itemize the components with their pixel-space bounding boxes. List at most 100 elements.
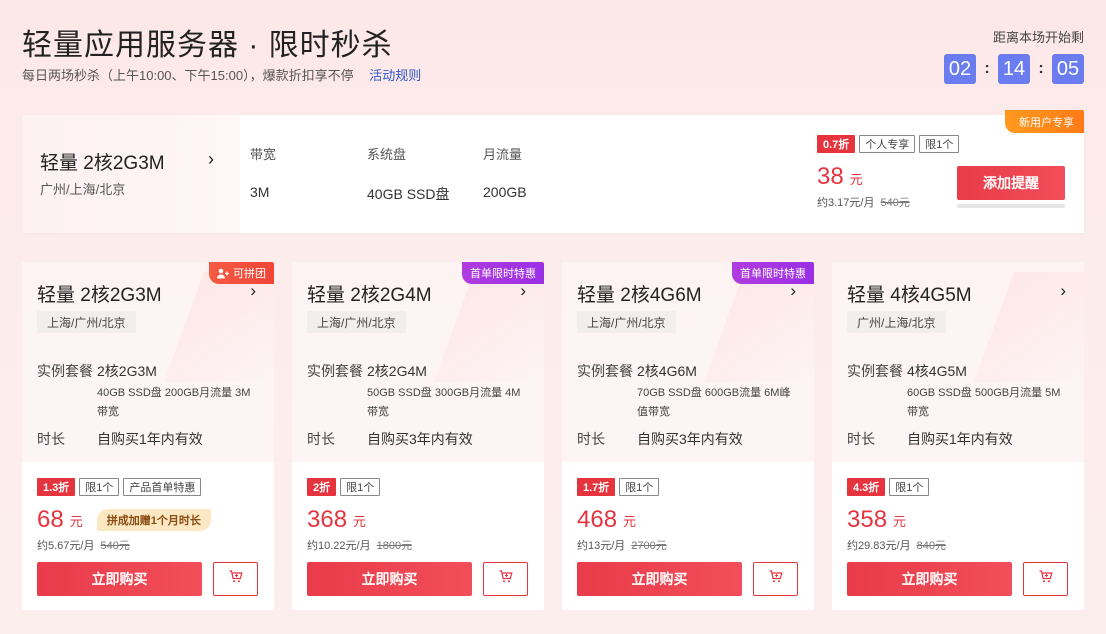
plan-value: 2核2G4M [367, 363, 427, 379]
spec-label: 带宽 [250, 147, 277, 162]
group-buy-icon [217, 268, 229, 279]
featured-product-name: 轻量 2核2G3M [40, 153, 165, 174]
plan-detail: 60GB SSD盘 500GB月流量 5M带宽 [907, 387, 1061, 418]
product-card: 可拼团 轻量 2核2G3M › 上海/广州/北京 实例套餐 2核2G3M 40G… [22, 262, 274, 610]
discount-tag: 2折 [307, 478, 337, 496]
price-unit: 元 [69, 513, 83, 529]
product-card: 首单限时特惠 轻量 2核4G6M › 上海/广州/北京 实例套餐 2核4G6M … [562, 262, 814, 610]
cart-icon [499, 570, 513, 588]
card-badge-text: 首单限时特惠 [470, 268, 536, 280]
rules-link[interactable]: 活动规则 [369, 68, 421, 83]
price-value: 368 [307, 506, 348, 533]
buy-now-button[interactable]: 立即购买 [577, 562, 742, 596]
discount-tag: 4.3折 [847, 478, 886, 496]
original-price: 840元 [916, 540, 946, 552]
discount-tag: 1.7折 [577, 478, 616, 496]
featured-product-region: 广州/上海/北京 [40, 182, 126, 197]
discount-tag: 0.7折 [817, 135, 856, 153]
plan-label: 实例套餐 [577, 363, 633, 379]
add-reminder-button[interactable]: 添加提醒 [957, 166, 1065, 200]
price: 468 元 [577, 506, 802, 534]
add-to-cart-button[interactable] [753, 562, 798, 596]
page-title: 轻量应用服务器 · 限时秒杀 [22, 29, 393, 62]
buy-now-button[interactable]: 立即购买 [37, 562, 202, 596]
card-badge: 首单限时特惠 [462, 262, 544, 284]
product-region: 广州/上海/北京 [847, 311, 946, 333]
duration-label: 时长 [577, 431, 605, 447]
buy-now-button[interactable]: 立即购买 [307, 562, 472, 596]
tag: 限1个 [619, 478, 660, 496]
price-unit: 元 [623, 513, 637, 529]
duration-value: 自购买1年内有效 [907, 431, 1013, 447]
duration-value: 自购买3年内有效 [637, 431, 743, 447]
product-name[interactable]: 轻量 2核2G4M [307, 280, 432, 307]
chevron-right-icon: › [208, 149, 214, 169]
price-value: 468 [577, 506, 618, 533]
duration-value: 自购买3年内有效 [367, 431, 473, 447]
monthly-price: 约29.83元/月 [847, 540, 911, 552]
chevron-right-icon[interactable]: › [790, 281, 796, 301]
buy-now-button[interactable]: 立即购买 [847, 562, 1012, 596]
page-subtitle: 每日两场秒杀（上午10:00、下午15:00），爆款折扣享不停 活动规则 [22, 65, 421, 84]
tag: 限1个 [340, 478, 381, 496]
chevron-right-icon[interactable]: › [250, 281, 256, 301]
plan-label: 实例套餐 [847, 363, 903, 379]
cart-icon [1039, 570, 1053, 588]
card-badge-text: 可拼团 [233, 268, 266, 280]
price-block: 1.7折 限1个 468 元 约13元/月 2700元 [577, 478, 802, 553]
progress-bar [957, 204, 1065, 208]
monthly-price: 约13元/月 [577, 540, 626, 552]
duration-row: 时长 自购买3年内有效 [307, 429, 473, 449]
spec-value: 40GB SSD盘 [367, 186, 450, 202]
tag-list: 0.7折 个人专享 限1个 [817, 135, 960, 153]
add-to-cart-button[interactable] [1023, 562, 1068, 596]
tag-list: 1.3折 限1个 产品首单特惠 [37, 478, 262, 496]
tag: 限1个 [889, 478, 930, 496]
plan-row: 实例套餐 4核4G5M [847, 361, 967, 381]
original-price: 2700元 [631, 540, 667, 552]
tag: 产品首单特惠 [123, 478, 202, 496]
spec-value: 200GB [483, 184, 527, 200]
duration-row: 时长 自购买1年内有效 [847, 429, 1013, 449]
plan-value: 2核2G3M [97, 363, 157, 379]
add-to-cart-button[interactable] [213, 562, 258, 596]
featured-product-link[interactable]: 轻量 2核2G3M › 广州/上海/北京 [22, 115, 240, 233]
product-name[interactable]: 轻量 2核2G3M [37, 280, 162, 307]
plan-row: 实例套餐 2核2G4M [307, 361, 427, 381]
tag-list: 2折 限1个 [307, 478, 532, 496]
spec-value: 3M [250, 184, 270, 200]
monthly-price: 约10.22元/月 [307, 540, 371, 552]
plan-label: 实例套餐 [37, 363, 93, 379]
tag: 个人专享 [859, 135, 916, 153]
spec-label: 月流量 [483, 147, 523, 162]
discount-tag: 1.3折 [37, 478, 76, 496]
price-unit: 元 [353, 513, 367, 529]
original-price: 1800元 [376, 540, 413, 552]
product-card: 首单限时特惠 轻量 2核2G4M › 上海/广州/北京 实例套餐 2核2G4M … [292, 262, 544, 610]
spec-monthly-traffic: 月流量 200GB [483, 144, 527, 200]
add-to-cart-button[interactable] [483, 562, 528, 596]
product-name[interactable]: 轻量 4核4G5M [847, 280, 972, 307]
countdown-hours: 02 [944, 54, 976, 84]
countdown-timer: 02 : 14 : 05 [944, 54, 1084, 84]
card-badge: 首单限时特惠 [732, 262, 814, 284]
card-badge-text: 首单限时特惠 [740, 268, 806, 280]
tag-list: 4.3折 限1个 [847, 478, 1072, 496]
original-price: 540元 [100, 540, 130, 552]
price: 38 元 [817, 163, 959, 191]
tag-list: 1.7折 限1个 [577, 478, 802, 496]
new-user-badge: 新用户专享 [1005, 110, 1084, 133]
cart-icon [229, 570, 243, 588]
plan-detail: 70GB SSD盘 600GB流量 6M峰值带宽 [637, 387, 791, 418]
spec-system-disk: 系统盘 40GB SSD盘 [367, 144, 449, 204]
product-region: 上海/广州/北京 [577, 311, 676, 333]
chevron-right-icon[interactable]: › [1060, 281, 1066, 301]
spec-bandwidth: 带宽 3M [250, 144, 276, 200]
chevron-right-icon[interactable]: › [520, 281, 526, 301]
product-name[interactable]: 轻量 2核4G6M [577, 280, 702, 307]
monthly-price: 约5.67元/月 [37, 540, 95, 552]
price-detail: 约5.67元/月 540元 [37, 537, 262, 553]
plan-row: 实例套餐 2核2G3M [37, 361, 157, 381]
duration-label: 时长 [307, 431, 335, 447]
original-price: 540元 [880, 197, 910, 209]
